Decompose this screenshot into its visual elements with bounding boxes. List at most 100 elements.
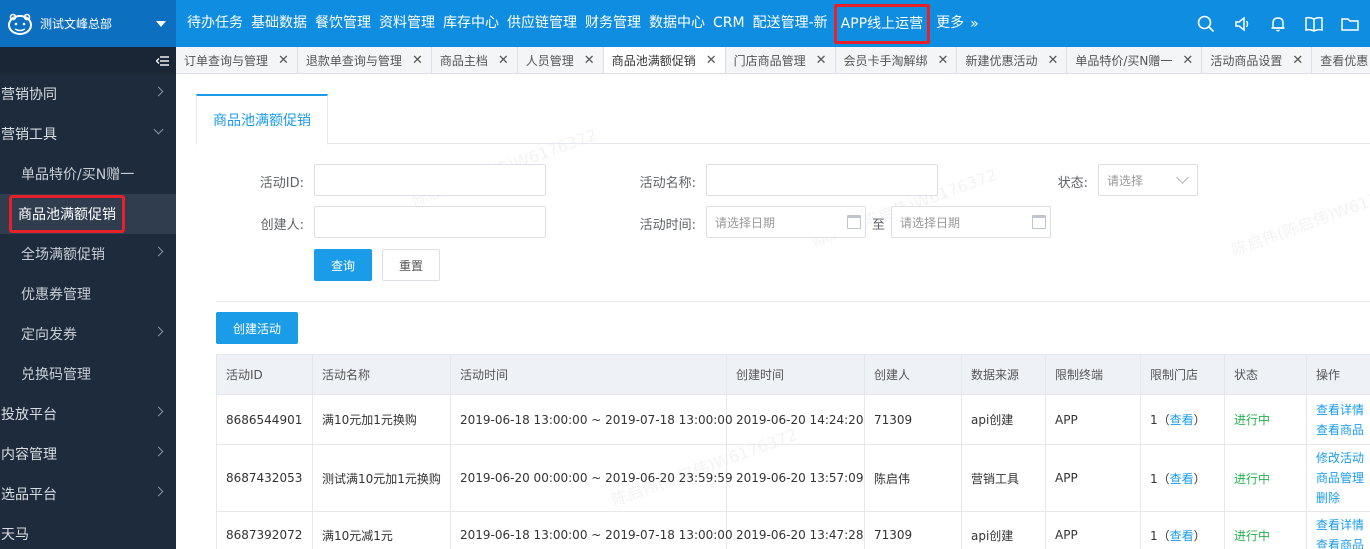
sidebar-item[interactable]: 全场满额促销 — [0, 234, 176, 274]
open-tab[interactable]: 新建优惠活动 ✕ — [957, 47, 1068, 73]
create-activity-button[interactable]: 创建活动 — [216, 312, 298, 344]
sidebar-item[interactable]: 营销协同 — [0, 74, 176, 114]
operation-link[interactable]: 修改活动 — [1316, 448, 1370, 468]
close-icon[interactable]: ✕ — [706, 53, 717, 68]
open-tabs-bar: 订单查询与管理 ✕ 退款单查询与管理 ✕ 商品主档 ✕ 人员管理 ✕ 商品池满额促销 ✕ 门店商品管… — [176, 47, 1370, 74]
book-icon[interactable] — [1304, 14, 1324, 34]
tab-page-title[interactable]: 商品池满额促销 — [196, 94, 328, 145]
cell-creator: 71309 — [864, 511, 962, 549]
open-tab[interactable]: 订单查询与管理 ✕ — [176, 47, 298, 73]
sidebar-item[interactable]: 单品特价/买N赠一 — [0, 154, 176, 194]
sidebar-item[interactable]: 商品池满额促销 — [0, 194, 176, 234]
bell-icon[interactable] — [1268, 14, 1288, 34]
topnav-item[interactable]: 财务管理 — [581, 0, 645, 47]
open-tab[interactable]: 人员管理 ✕ — [517, 47, 604, 73]
sidebar-item[interactable]: 选品平台 — [0, 474, 176, 514]
topnav-item[interactable]: CRM — [709, 0, 749, 47]
reset-button[interactable]: 重置 — [382, 249, 440, 281]
stores-count: 1 — [1150, 413, 1158, 427]
open-tab-label: 活动商品设置 — [1210, 54, 1283, 68]
cell-source-text: 营销工具 — [971, 471, 1020, 486]
sidebar-item-label: 内容管理 — [1, 447, 57, 463]
open-tab[interactable]: 会员卡手淘解绑 ✕ — [835, 47, 958, 73]
cell-activity-time: 2019-06-18 13:00:00 ~ 2019-07-18 13:00:0… — [450, 394, 733, 445]
chevron-right-icon — [153, 446, 164, 457]
open-tab[interactable]: 单品特价/买N赠一 ✕ — [1067, 47, 1203, 73]
open-tab[interactable]: 门店商品管理 ✕ — [725, 47, 836, 73]
stores-count: 1 — [1150, 528, 1158, 543]
table-row: 8687392072 满10元减1元 2019-06-18 13:00:00 ~ 2… — [216, 511, 1370, 549]
close-icon[interactable]: ✕ — [1182, 53, 1193, 68]
column-header: 创建时间 — [726, 354, 865, 395]
close-icon[interactable]: ✕ — [816, 53, 827, 68]
activity-name-input[interactable] — [706, 164, 938, 196]
topnav-item[interactable]: 更多 — [932, 0, 968, 47]
cell-created-time: 2019-06-20 13:47:28 — [726, 511, 865, 549]
view-stores-link[interactable]: 查看 — [1170, 413, 1194, 427]
topnav-item[interactable]: 基础数据 — [247, 0, 311, 47]
topnav-item[interactable]: 待办任务 — [176, 0, 247, 47]
operation-link[interactable]: 查看详情 — [1316, 515, 1370, 535]
sidebar-item-label: 投放平台 — [1, 407, 57, 423]
end-date-input[interactable]: 请选择日期 — [891, 206, 1051, 238]
topnav-item[interactable]: 餐饮管理 — [311, 0, 375, 47]
activity-name-label: 活动名称: — [639, 176, 696, 191]
topnav-item[interactable]: 配送管理-新 — [749, 0, 832, 47]
double-chevron-right-icon[interactable]: » — [970, 16, 979, 32]
open-tab[interactable]: 查看优惠 — [1312, 47, 1370, 73]
top-nav: 待办任务 基础数据 餐饮管理 资料管理 库存中心 供应链管理 财务管理 数据中心 CRM 配送管理… — [176, 0, 979, 47]
activity-id-input[interactable] — [314, 164, 546, 196]
cell-source: 营销工具 — [961, 444, 1046, 512]
operation-link[interactable]: 删除 — [1316, 488, 1370, 508]
sidebar-collapse-button[interactable] — [0, 47, 176, 74]
topnav-item[interactable]: 供应链管理 — [503, 0, 581, 47]
close-icon[interactable]: ✕ — [584, 53, 595, 68]
status-select[interactable]: 请选择 — [1098, 164, 1198, 196]
sidebar-item[interactable]: 内容管理 — [0, 434, 176, 474]
creator-input[interactable] — [314, 206, 546, 238]
operation-link[interactable]: 查看商品 — [1316, 535, 1370, 549]
sidebar-item[interactable]: 定向发券 — [0, 314, 176, 354]
sidebar-item[interactable]: 营销工具 — [0, 114, 176, 154]
sidebar-item[interactable]: 兑换码管理 — [0, 354, 176, 394]
operation-link[interactable]: 查看详情 — [1316, 400, 1370, 420]
topnav-item[interactable]: 库存中心 — [439, 0, 503, 47]
open-tab[interactable]: 活动商品设置 ✕ — [1202, 47, 1313, 73]
sidebar-item-label: 全场满额促销 — [21, 247, 105, 263]
view-stores-link[interactable]: 查看 — [1170, 529, 1194, 543]
close-icon[interactable]: ✕ — [412, 53, 423, 68]
cell-activity-name: 满10元减1元 — [312, 511, 451, 549]
close-icon[interactable]: ✕ — [938, 53, 949, 68]
close-icon[interactable]: ✕ — [498, 53, 509, 68]
operation-link[interactable]: 查看商品 — [1316, 420, 1370, 440]
status-badge: 进行中 — [1234, 528, 1271, 543]
folder-icon[interactable] — [1340, 14, 1360, 34]
chevron-right-icon — [153, 326, 164, 337]
brand-switcher[interactable]: 测试文峰总部 — [0, 0, 176, 47]
query-button[interactable]: 查询 — [314, 249, 372, 281]
sidebar-item[interactable]: 天马 — [0, 514, 176, 549]
cell-source-text: api创建 — [971, 413, 1014, 427]
close-icon[interactable]: ✕ — [1047, 53, 1058, 68]
open-tab[interactable]: 退款单查询与管理 ✕ — [297, 47, 432, 73]
start-date-input[interactable]: 请选择日期 — [706, 206, 866, 238]
hippo-logo-icon — [6, 10, 34, 38]
open-tab[interactable]: 商品主档 ✕ — [431, 47, 518, 73]
topnav-item[interactable]: 资料管理 — [375, 0, 439, 47]
main-content: 陈启伟(陈启伟)W6176372 陈启伟(陈启伟)W6176372 陈启伟(陈启… — [176, 74, 1370, 549]
topnav-item[interactable]: 数据中心 — [645, 0, 709, 47]
sidebar-item[interactable]: 投放平台 — [0, 394, 176, 434]
view-stores-link[interactable]: 查看 — [1170, 472, 1194, 486]
topnav-item[interactable]: APP线上运营 — [833, 3, 931, 44]
sidebar-item[interactable]: 优惠券管理 — [0, 274, 176, 314]
speaker-icon[interactable] — [1232, 14, 1252, 34]
close-icon[interactable]: ✕ — [278, 53, 289, 68]
close-icon[interactable]: ✕ — [1292, 53, 1303, 68]
creator-label: 创建人: — [260, 218, 304, 233]
search-icon[interactable] — [1196, 14, 1216, 34]
operation-link[interactable]: 商品管理 — [1316, 468, 1370, 488]
calendar-icon — [1032, 215, 1046, 229]
open-tab[interactable]: 商品池满额促销 ✕ — [603, 47, 726, 73]
paren-open: （ — [1157, 413, 1170, 427]
date-range-separator: 至 — [872, 218, 886, 233]
